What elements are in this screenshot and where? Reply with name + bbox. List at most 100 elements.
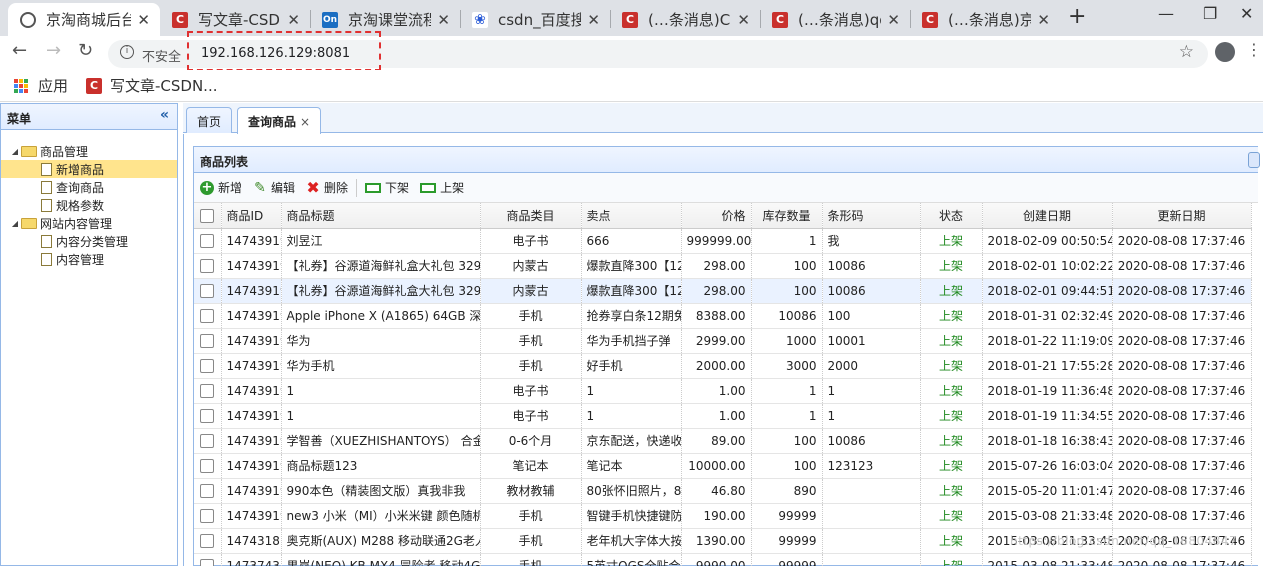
table-cell: 2018-01-22 11:19:09 xyxy=(982,328,1113,354)
column-header[interactable]: 更新日期 xyxy=(1112,203,1252,229)
table-row[interactable]: 14743919学智善（XUEZHISHANTOYS） 合金0-6个月京东配送，… xyxy=(194,428,1252,454)
row-checkbox-cell[interactable] xyxy=(194,428,222,454)
close-tab-icon[interactable]: ✕ xyxy=(137,11,150,29)
table-row[interactable]: 14737438果岚(NEO) KB MX4 冒险者 移动4G手机5英寸OGS全… xyxy=(194,553,1252,566)
collapse-icon[interactable]: « xyxy=(160,107,169,123)
column-header[interactable]: 库存数量 xyxy=(751,203,823,229)
tree-node-content[interactable]: 内容管理 xyxy=(1,250,177,268)
table-row[interactable]: 14743919【礼券】谷源道海鲜礼盒大礼包 3298内蒙古爆款直降300【12… xyxy=(194,278,1252,304)
instock-on-button[interactable]: 上架 xyxy=(420,179,464,196)
row-checkbox[interactable] xyxy=(200,558,215,566)
row-checkbox-cell[interactable] xyxy=(194,453,222,479)
row-checkbox[interactable] xyxy=(200,333,215,348)
row-checkbox[interactable] xyxy=(200,258,215,273)
browser-tab-csdn-msg-1[interactable]: C (…条消息)CSDN ✕ xyxy=(610,3,760,36)
row-checkbox[interactable] xyxy=(200,533,215,548)
bookmark-apps[interactable]: 应用 xyxy=(14,75,68,96)
checkbox-icon[interactable] xyxy=(200,208,215,223)
row-checkbox-cell[interactable] xyxy=(194,328,222,354)
row-checkbox[interactable] xyxy=(200,233,215,248)
row-checkbox-cell[interactable] xyxy=(194,253,222,279)
back-button[interactable]: ← xyxy=(12,40,27,61)
table-cell: 2000 xyxy=(822,353,921,379)
tab-query-goods[interactable]: 查询商品 × xyxy=(237,107,322,134)
restore-button[interactable]: ❐ xyxy=(1203,4,1217,23)
close-tab-icon[interactable]: ✕ xyxy=(737,11,750,29)
close-window-button[interactable]: ✕ xyxy=(1240,4,1253,23)
table-row[interactable]: 14743919华为手机手机好手机2000.0030002000上架2018-0… xyxy=(194,353,1252,379)
row-checkbox-cell[interactable] xyxy=(194,378,222,404)
new-tab-button[interactable]: + xyxy=(1068,4,1086,29)
tree-node-add-goods[interactable]: 新增商品 xyxy=(1,160,177,178)
table-row[interactable]: 14743919990本色（精装图文版）真我非我教材教辅80张怀旧照片，846.… xyxy=(194,478,1252,504)
instock-off-button[interactable]: 下架 xyxy=(365,179,409,196)
tree-node-query-goods[interactable]: 查询商品 xyxy=(1,178,177,196)
row-checkbox-cell[interactable] xyxy=(194,503,222,529)
column-header[interactable]: 条形码 xyxy=(822,203,921,229)
close-tab-icon[interactable]: ✕ xyxy=(1037,11,1050,29)
row-checkbox-cell[interactable] xyxy=(194,478,222,504)
table-row[interactable]: 147439191电子书11.0011上架2018-01-19 11:34:55… xyxy=(194,403,1252,429)
browser-tab-csdn-msg-2[interactable]: C (…条消息)qq ✕ xyxy=(760,3,910,36)
row-checkbox-cell[interactable] xyxy=(194,528,222,554)
close-tab-icon[interactable]: ✕ xyxy=(887,11,900,29)
row-checkbox-cell[interactable] xyxy=(194,303,222,329)
row-checkbox[interactable] xyxy=(200,458,215,473)
table-row[interactable]: 14743919Apple iPhone X (A1865) 64GB 深空手机… xyxy=(194,303,1252,329)
bookmark-csdn[interactable]: C 写文章-CSDN... xyxy=(86,75,217,96)
tree-node-goods-management[interactable]: ◢ 商品管理 xyxy=(1,142,177,160)
close-tab-icon[interactable]: ✕ xyxy=(587,11,600,29)
edit-button[interactable]: ✎ 编辑 xyxy=(253,179,295,196)
delete-button[interactable]: ✖ 删除 xyxy=(306,178,348,197)
browser-tab-baidu[interactable]: ❀ csdn_百度搜索 ✕ xyxy=(460,3,610,36)
row-checkbox[interactable] xyxy=(200,308,215,323)
forward-button[interactable]: → xyxy=(46,40,61,61)
tree-node-content-category[interactable]: 内容分类管理 xyxy=(1,232,177,250)
table-row[interactable]: 14743919刘昱江电子书666999999.001我上架2018-02-09… xyxy=(194,228,1252,254)
reload-button[interactable]: ↻ xyxy=(78,40,93,61)
select-all-checkbox[interactable] xyxy=(194,203,222,229)
tab-home[interactable]: 首页 xyxy=(186,107,233,133)
close-tab-icon[interactable]: ✕ xyxy=(287,11,300,29)
row-checkbox[interactable] xyxy=(200,358,215,373)
browser-tab-csdn-msg-3[interactable]: C (…条消息)京 ✕ xyxy=(910,3,1060,36)
close-tab-icon[interactable]: × xyxy=(300,115,310,129)
info-icon[interactable]: i xyxy=(120,45,134,59)
column-header[interactable]: 价格 xyxy=(681,203,752,229)
close-tab-icon[interactable]: ✕ xyxy=(437,11,450,29)
column-header[interactable]: 状态 xyxy=(920,203,983,229)
column-header[interactable]: 商品类目 xyxy=(480,203,582,229)
row-checkbox[interactable] xyxy=(200,433,215,448)
menu-kebab-icon[interactable]: ⋮ xyxy=(1246,40,1262,59)
row-checkbox-cell[interactable] xyxy=(194,353,222,379)
tree-node-site-content[interactable]: ◢ 网站内容管理 xyxy=(1,214,177,232)
table-row[interactable]: 147439191电子书11.0011上架2018-01-19 11:36:48… xyxy=(194,378,1252,404)
table-cell: 3000 xyxy=(751,353,823,379)
minimize-button[interactable]: — xyxy=(1158,4,1174,23)
column-header[interactable]: 卖点 xyxy=(581,203,682,229)
row-checkbox[interactable] xyxy=(200,408,215,423)
row-checkbox-cell[interactable] xyxy=(194,553,222,566)
table-row[interactable]: 14743919【礼券】谷源道海鲜礼盒大礼包 3298内蒙古爆款直降300【12… xyxy=(194,253,1252,279)
column-header[interactable]: 商品ID xyxy=(221,203,282,229)
expand-caret-icon[interactable]: ◢ xyxy=(9,147,21,156)
expand-caret-icon[interactable]: ◢ xyxy=(9,219,21,228)
bookmark-star-icon[interactable]: ☆ xyxy=(1179,42,1194,62)
row-checkbox-cell[interactable] xyxy=(194,228,222,254)
table-row[interactable]: 14743919new3 小米（MI）小米米键 颜色随机手机智键手机快捷键防19… xyxy=(194,503,1252,529)
add-button[interactable]: + 新增 xyxy=(200,179,242,196)
panel-collapse-tool[interactable] xyxy=(1248,152,1260,168)
profile-avatar-icon[interactable] xyxy=(1215,42,1235,62)
row-checkbox[interactable] xyxy=(200,483,215,498)
row-checkbox[interactable] xyxy=(200,283,215,298)
tree-node-spec-params[interactable]: 规格参数 xyxy=(1,196,177,214)
table-row[interactable]: 14743919商品标题123笔记本笔记本10000.00100123123上架… xyxy=(194,453,1252,479)
row-checkbox-cell[interactable] xyxy=(194,403,222,429)
browser-tab-jingtao-admin[interactable]: 京淘商城后台 ✕ xyxy=(8,3,160,36)
row-checkbox[interactable] xyxy=(200,383,215,398)
table-row[interactable]: 14743919华为手机华为手机挡子弹2999.00100010001上架201… xyxy=(194,328,1252,354)
row-checkbox[interactable] xyxy=(200,508,215,523)
column-header[interactable]: 商品标题 xyxy=(281,203,481,229)
row-checkbox-cell[interactable] xyxy=(194,278,222,304)
column-header[interactable]: 创建日期 xyxy=(982,203,1113,229)
